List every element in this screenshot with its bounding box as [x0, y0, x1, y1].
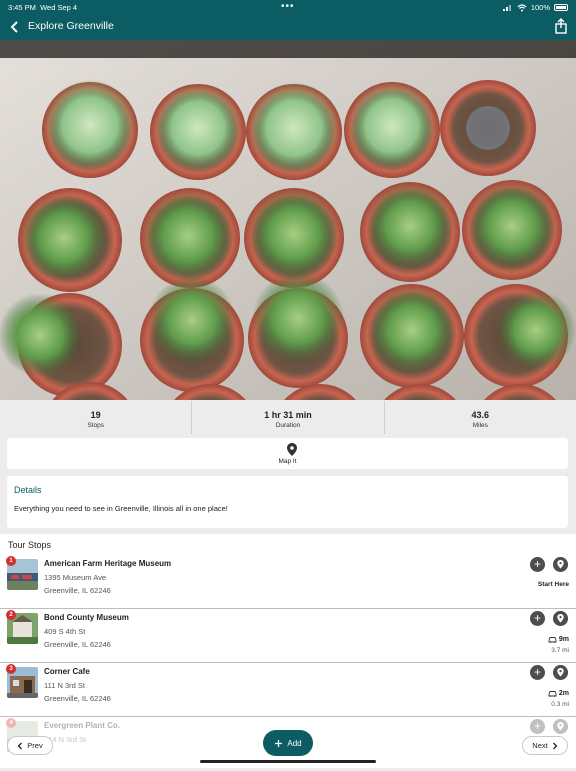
- plus-icon: [275, 739, 283, 747]
- tour-stops-heading: Tour Stops: [8, 540, 52, 550]
- stop-city: Greenville, IL 62246: [44, 640, 111, 649]
- list-item[interactable]: 2 Bond County Museum 409 S 4th St Greenv…: [0, 609, 576, 663]
- stop-name: Bond County Museum: [44, 613, 129, 622]
- map-pin-icon[interactable]: [553, 719, 568, 734]
- nav-bar: Explore Greenville: [0, 14, 576, 40]
- hero-image: [0, 40, 576, 400]
- next-button[interactable]: Next: [522, 736, 568, 755]
- map-pin-icon[interactable]: [553, 665, 568, 680]
- add-stop-button[interactable]: +: [530, 611, 545, 626]
- add-stop-button[interactable]: +: [530, 665, 545, 680]
- details-heading: Details: [14, 485, 42, 495]
- add-label: Add: [287, 738, 302, 748]
- battery-percent: 100%: [530, 3, 550, 12]
- succulents-photo: [0, 40, 576, 400]
- map-pin-icon: [287, 443, 297, 456]
- stat-value: 19: [90, 410, 101, 420]
- tour-stats: 19 Stops 1 hr 31 min Duration 43.6 Miles: [0, 401, 576, 434]
- stop-number-badge: 4: [6, 718, 16, 728]
- map-it-button[interactable]: Map It: [7, 438, 568, 469]
- map-pin-icon[interactable]: [553, 611, 568, 626]
- status-bar: 3:45 PM Wed Sep 4 ••• 100%: [0, 0, 576, 14]
- signal-icon: [502, 5, 511, 11]
- stat-stops: 19 Stops: [0, 401, 193, 434]
- stat-duration: 1 hr 31 min Duration: [192, 401, 385, 434]
- details-text: Everything you need to see in Greenville…: [14, 504, 228, 513]
- battery-icon: [554, 4, 568, 11]
- stop-address: 1395 Museum Ave: [44, 573, 106, 582]
- page-title: Explore Greenville: [28, 20, 114, 32]
- map-pin-icon[interactable]: [553, 557, 568, 572]
- stat-value: 1 hr 31 min: [264, 410, 312, 420]
- stat-value: 43.6: [471, 410, 490, 420]
- prev-label: Prev: [27, 741, 43, 750]
- next-label: Next: [532, 741, 548, 750]
- drive-time: 2m: [548, 690, 569, 697]
- stop-number-badge: 3: [6, 664, 16, 674]
- distance: 3.7 mi: [551, 647, 569, 654]
- stop-city: Greenville, IL 62246: [44, 586, 111, 595]
- car-icon: [548, 637, 557, 643]
- wifi-icon: [517, 3, 527, 11]
- status-time: 3:45 PM Wed Sep 4: [8, 3, 78, 12]
- stop-number-badge: 1: [6, 556, 16, 566]
- list-item[interactable]: 1 American Farm Heritage Museum 1395 Mus…: [0, 555, 576, 609]
- distance: 0.3 mi: [551, 701, 569, 708]
- prev-button[interactable]: Prev: [7, 736, 53, 755]
- add-stop-button[interactable]: +: [530, 557, 545, 572]
- stop-name: Evergreen Plant Co.: [44, 721, 121, 730]
- stop-number-badge: 2: [6, 610, 16, 620]
- map-it-label: Map It: [278, 458, 297, 465]
- stop-city: Greenville, IL 62246: [44, 694, 111, 703]
- stop-name: American Farm Heritage Museum: [44, 559, 172, 568]
- multitasking-dots-icon[interactable]: •••: [281, 1, 295, 12]
- stop-address: 111 N 3rd St: [44, 681, 85, 690]
- home-indicator[interactable]: [200, 760, 376, 763]
- chevron-right-icon: [552, 742, 558, 749]
- chevron-left-icon[interactable]: [7, 18, 23, 36]
- chevron-left-icon: [17, 742, 23, 749]
- stop-address: 409 S 4th St: [44, 627, 86, 636]
- stat-miles: 43.6 Miles: [385, 401, 576, 434]
- stat-label: Stops: [87, 422, 104, 429]
- drive-time: 9m: [548, 636, 569, 643]
- stat-label: Duration: [275, 422, 301, 429]
- car-icon: [548, 691, 557, 697]
- details-card: Details Everything you need to see in Gr…: [7, 476, 568, 528]
- share-icon[interactable]: [554, 17, 568, 35]
- list-item[interactable]: 3 Corner Cafe 111 N 3rd St Greenville, I…: [0, 663, 576, 717]
- status-indicators: 100%: [502, 3, 568, 12]
- stat-label: Miles: [472, 422, 488, 429]
- start-here-label: Start Here: [537, 581, 569, 588]
- add-stop-button[interactable]: +: [530, 719, 545, 734]
- stop-name: Corner Cafe: [44, 667, 90, 676]
- add-button[interactable]: Add: [263, 730, 313, 756]
